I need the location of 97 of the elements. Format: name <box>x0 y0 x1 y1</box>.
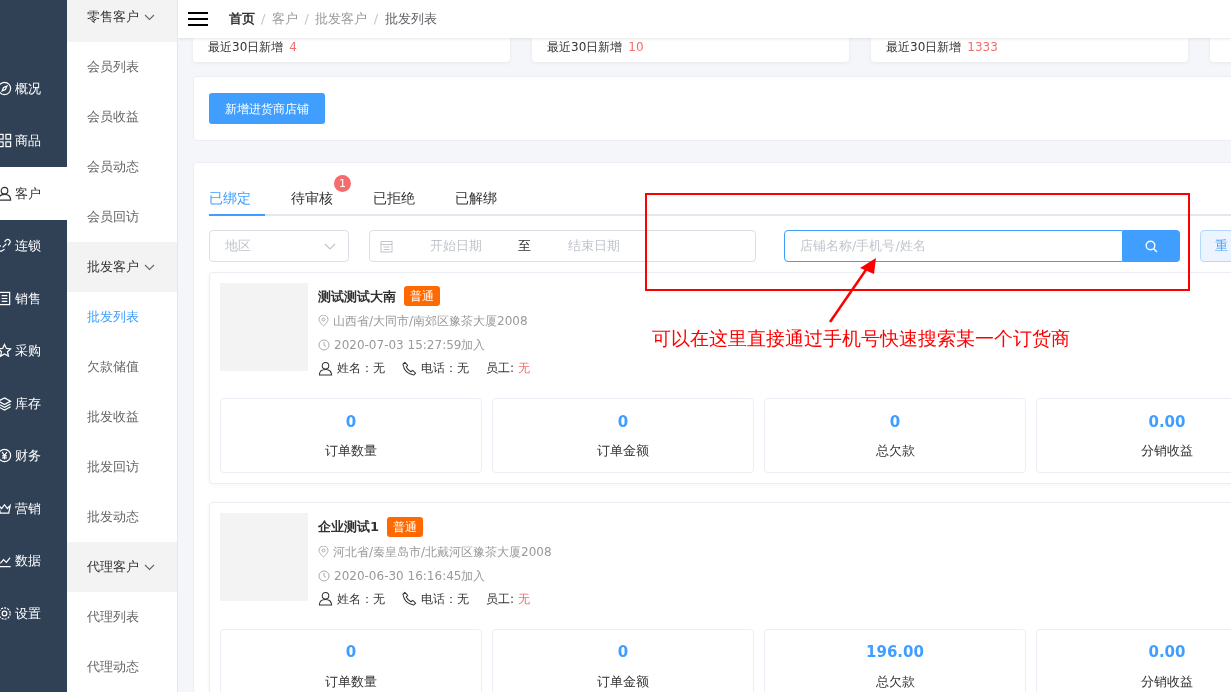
stat-label: 最近30日新增 <box>886 40 962 54</box>
phone-icon <box>402 360 417 376</box>
metric-label: 分销收益 <box>1141 672 1193 691</box>
join-time: 2020-07-03 15:27:59加入 <box>334 337 486 355</box>
submenu-header[interactable]: 批发客户 <box>67 242 177 292</box>
clock-icon <box>318 339 330 352</box>
clock-icon <box>318 569 330 582</box>
yen-icon <box>0 448 12 464</box>
staff-label: 员工: <box>486 360 515 378</box>
sidebar-item[interactable]: 概况 <box>0 62 67 115</box>
metric-value: 0.00 <box>1148 642 1186 663</box>
store-name: 企业测试1 <box>318 517 380 536</box>
sidebar-item[interactable]: 销售 <box>0 272 67 325</box>
submenu-item[interactable]: 欠款储值 <box>67 342 177 392</box>
metric-label: 订单金额 <box>597 672 649 691</box>
metric-label: 订单数量 <box>325 672 377 691</box>
sidebar-item[interactable]: 设置 <box>0 587 67 640</box>
settings-icon <box>0 605 12 621</box>
submenu-item[interactable]: 会员列表 <box>67 42 177 92</box>
submenu-item[interactable]: 批发动态 <box>67 492 177 542</box>
count-badge: 1 <box>334 175 351 192</box>
tab[interactable]: 已解绑 <box>455 173 511 216</box>
search-field[interactable]: 店铺名称/手机号/姓名 <box>784 230 1123 262</box>
metric-value: 0.00 <box>1148 411 1186 433</box>
submenu-item[interactable]: 会员动态 <box>67 142 177 192</box>
chevron-down-icon <box>324 242 336 250</box>
metric-label: 订单数量 <box>325 442 377 461</box>
sidebar-item[interactable]: 库存 <box>0 377 67 430</box>
grid-icon <box>0 133 12 149</box>
level-tag: 普通 <box>404 286 440 307</box>
contact-name: 姓名：无 <box>337 590 385 608</box>
sidebar-item[interactable]: 采购 <box>0 324 67 377</box>
submenu-item[interactable]: 代理动态 <box>67 642 177 692</box>
sidebar-item[interactable]: 营销 <box>0 482 67 535</box>
sidebar-item[interactable]: 商品 <box>0 114 67 167</box>
contact-name: 姓名：无 <box>337 360 385 378</box>
calendar-icon <box>380 239 393 253</box>
metric-value: 0 <box>617 642 629 663</box>
staff-value: 无 <box>518 360 531 378</box>
tab[interactable]: 已拒绝 <box>373 173 429 216</box>
location-pin-icon <box>318 545 329 558</box>
annotation-arrow <box>828 258 876 323</box>
search-icon <box>1145 239 1158 253</box>
store-address: 河北省/秦皇岛市/北戴河区豫茶大厦2008 <box>333 543 552 561</box>
stat-label: 最近30日新增 <box>208 40 284 54</box>
compass-icon <box>0 80 12 96</box>
submenu-item[interactable]: 代理列表 <box>67 592 177 642</box>
staff-value: 无 <box>518 590 531 608</box>
metric-value: 0 <box>345 411 357 433</box>
layers-icon <box>0 395 12 411</box>
metric-value: 0 <box>889 411 901 433</box>
sidebar-item[interactable]: 连锁 <box>0 219 67 272</box>
contact-phone: 电话：无 <box>421 590 469 608</box>
user-icon <box>318 360 333 376</box>
chevron-down-icon <box>144 263 155 271</box>
sidebar-item[interactable]: 数据 <box>0 534 67 587</box>
user-icon <box>0 185 12 201</box>
metric-label: 分销收益 <box>1141 442 1193 461</box>
link-icon <box>0 238 12 254</box>
submenu-item[interactable]: 批发收益 <box>67 392 177 442</box>
level-tag: 普通 <box>387 516 424 537</box>
submenu-item[interactable]: 批发回访 <box>67 442 177 492</box>
sidebar-item[interactable]: 客户 <box>0 167 67 220</box>
breadcrumb-link[interactable]: 首页 <box>228 9 255 29</box>
join-time: 2020-06-30 16:16:45加入 <box>334 567 486 585</box>
breadcrumb-separator: / <box>261 10 266 29</box>
sidebar-item[interactable]: 财务 <box>0 429 67 482</box>
metric-label: 订单金额 <box>597 442 649 461</box>
submenu-item[interactable]: 会员收益 <box>67 92 177 142</box>
breadcrumb-separator: / <box>304 10 309 29</box>
chevron-down-icon <box>144 563 155 571</box>
user-icon <box>318 591 333 606</box>
stat-value: 4 <box>289 40 297 54</box>
store-name: 测试测试大南 <box>318 287 396 306</box>
document-icon <box>0 290 12 306</box>
chevron-down-icon <box>144 13 155 21</box>
location-pin-icon <box>318 315 329 328</box>
metric-label: 总欠款 <box>875 442 915 461</box>
stat-value: 10 <box>628 40 644 54</box>
date-range-field[interactable]: 开始日期 至 结束日期 <box>369 230 756 262</box>
breadcrumb-separator: / <box>373 10 379 29</box>
submenu-header[interactable]: 代理客户 <box>67 542 177 592</box>
metric-value: 196.00 <box>866 642 924 663</box>
staff-label: 员工: <box>486 590 515 608</box>
submenu-item[interactable]: 会员回访 <box>67 192 177 242</box>
stat-value: 1333 <box>967 40 998 54</box>
phone-icon <box>402 591 417 606</box>
stat-label: 最近30日新增 <box>547 40 623 54</box>
annotation-text: 可以在这里直接通过手机号快速搜索某一个订货商 <box>652 326 1071 351</box>
menu-icon[interactable] <box>188 12 208 26</box>
star-icon <box>0 343 12 359</box>
metric-label: 总欠款 <box>875 672 915 691</box>
submenu-header[interactable]: 零售客户 <box>67 0 177 42</box>
contact-phone: 电话：无 <box>421 360 469 378</box>
metric-value: 0 <box>617 411 629 433</box>
store-address: 山西省/大同市/南郊区豫茶大厦2008 <box>333 313 528 331</box>
metric-value: 0 <box>345 642 357 663</box>
